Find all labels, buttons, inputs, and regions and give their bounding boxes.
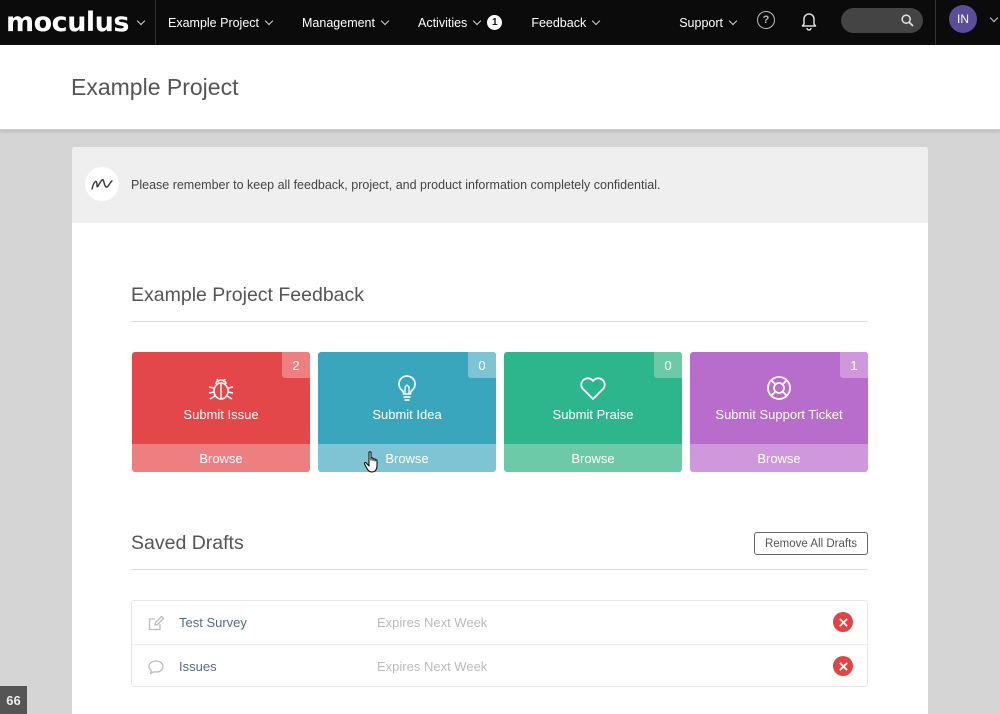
hand-cursor-icon: [363, 451, 378, 473]
chevron-down-icon[interactable]: [136, 16, 146, 25]
feedback-quote-tab[interactable]: 66: [0, 686, 27, 714]
heart-icon: [580, 377, 606, 400]
divider: [131, 569, 868, 570]
submit-support-ticket-tile: 1 Submit Support Ticket Browse: [690, 352, 868, 472]
support-count-badge: 1: [840, 352, 868, 378]
divider: [131, 321, 868, 322]
list-item[interactable]: Test Survey Expires Next Week: [132, 601, 867, 644]
brand-logo[interactable]: moculus: [6, 7, 129, 38]
tile-label[interactable]: Submit Praise: [504, 407, 682, 422]
page-header: Example Project: [0, 45, 1000, 130]
draft-name[interactable]: Issues: [179, 659, 217, 674]
search-icon[interactable]: [901, 14, 914, 27]
submit-support-ticket-button[interactable]: 1 Submit Support Ticket: [690, 352, 868, 444]
nav-feedback[interactable]: Feedback: [531, 0, 601, 45]
search-input[interactable]: [841, 8, 923, 33]
chat-bubble-icon: [148, 660, 164, 675]
page-title: Example Project: [71, 74, 239, 100]
chevron-down-icon[interactable]: [989, 13, 999, 23]
tile-label[interactable]: Submit Support Ticket: [690, 407, 868, 422]
draft-expiry: Expires Next Week: [377, 659, 488, 674]
chevron-down-icon[interactable]: [591, 16, 601, 25]
top-navbar: moculus Example Project Management Activ…: [0, 0, 1000, 45]
brand-menu[interactable]: moculus: [0, 0, 156, 45]
nav-activities[interactable]: Activities 1: [418, 0, 503, 45]
bug-icon: [208, 378, 234, 400]
notice-text: Please remember to keep all feedback, pr…: [131, 178, 661, 192]
nav-label[interactable]: Support: [679, 16, 723, 30]
chevron-down-icon[interactable]: [728, 16, 738, 25]
nav-support[interactable]: Support: [679, 0, 738, 45]
submit-praise-button[interactable]: 0 Submit Praise: [504, 352, 682, 444]
nav-divider: [935, 0, 936, 45]
main-panel: Please remember to keep all feedback, pr…: [72, 147, 928, 714]
drafts-section-title: Saved Drafts: [131, 532, 244, 554]
nav-label[interactable]: Activities: [418, 16, 467, 30]
draft-expiry: Expires Next Week: [377, 615, 488, 630]
remove-all-drafts-button[interactable]: Remove All Drafts: [754, 532, 868, 555]
list-item[interactable]: Issues Expires Next Week: [132, 644, 867, 687]
edit-icon: [148, 615, 165, 631]
nav-label[interactable]: Management: [302, 16, 375, 30]
idea-count-badge: 0: [468, 352, 496, 378]
draft-name[interactable]: Test Survey: [179, 615, 247, 630]
close-icon[interactable]: [838, 617, 848, 627]
lifebuoy-icon: [767, 376, 791, 400]
tile-label[interactable]: Submit Idea: [318, 407, 496, 422]
delete-draft-button[interactable]: [833, 612, 853, 632]
help-icon[interactable]: ?: [757, 11, 775, 29]
nav-example-project[interactable]: Example Project: [168, 0, 274, 45]
browse-issues-button[interactable]: Browse: [132, 444, 310, 472]
delete-draft-button[interactable]: [833, 656, 853, 676]
submit-idea-button[interactable]: 0 Submit Idea: [318, 352, 496, 444]
browse-support-tickets-button[interactable]: Browse: [690, 444, 868, 472]
nav-label[interactable]: Feedback: [531, 16, 586, 30]
feedback-section-title: Example Project Feedback: [131, 284, 365, 306]
issue-count-badge: 2: [282, 352, 310, 378]
confidentiality-notice: Please remember to keep all feedback, pr…: [72, 147, 928, 223]
signature-icon: [85, 167, 119, 201]
submit-issue-tile: 2 Submit Issue Browse: [132, 352, 310, 472]
praise-count-badge: 0: [654, 352, 682, 378]
submit-idea-tile: 0 Submit Idea Browse: [318, 352, 496, 472]
browse-praise-button[interactable]: Browse: [504, 444, 682, 472]
chevron-down-icon[interactable]: [264, 16, 274, 25]
tile-label[interactable]: Submit Issue: [132, 407, 310, 422]
browse-ideas-button[interactable]: Browse: [318, 444, 496, 472]
chevron-down-icon[interactable]: [380, 16, 390, 25]
notification-badge: 1: [487, 15, 503, 30]
lightbulb-icon: [398, 375, 416, 401]
bell-icon[interactable]: [800, 11, 818, 31]
nav-management[interactable]: Management: [302, 0, 390, 45]
submit-praise-tile: 0 Submit Praise Browse: [504, 352, 682, 472]
chevron-down-icon[interactable]: [473, 16, 482, 25]
submit-issue-button[interactable]: 2 Submit Issue: [132, 352, 310, 444]
close-icon[interactable]: [838, 661, 848, 671]
drafts-list: Test Survey Expires Next Week Issues Exp…: [131, 600, 868, 687]
nav-label[interactable]: Example Project: [168, 16, 259, 30]
avatar[interactable]: IN: [949, 5, 977, 33]
